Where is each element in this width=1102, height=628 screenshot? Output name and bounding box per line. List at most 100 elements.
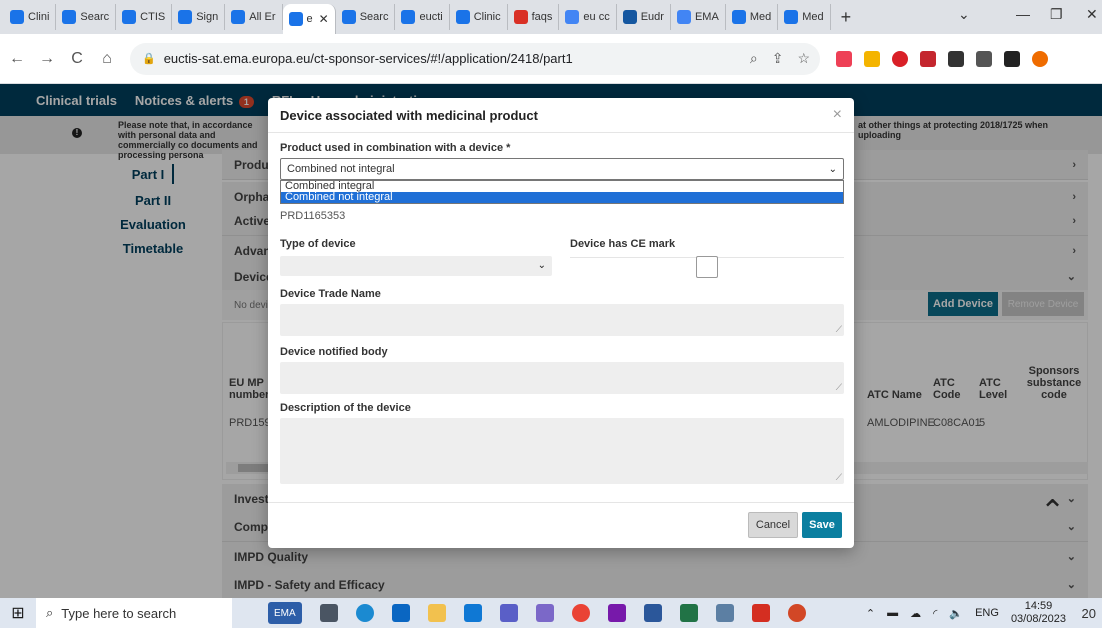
extensions-bar [836, 50, 1048, 67]
clock[interactable]: 14:59 03/08/2023 [1011, 600, 1066, 626]
option-combined-not-integral[interactable]: Combined not integral [281, 192, 843, 203]
divider [268, 132, 854, 133]
ce-mark-checkbox[interactable] [696, 256, 718, 278]
notification-center-icon[interactable]: 20 [1082, 606, 1096, 621]
system-tray: ⌃ ▬ ☁ ◜ 🔈 ENG 14:59 03/08/2023 [866, 598, 1066, 628]
file-explorer-icon[interactable] [427, 604, 446, 622]
new-tab-button[interactable]: + [841, 7, 852, 28]
description-textarea[interactable]: ⟋ [280, 418, 844, 484]
profile-avatar[interactable] [1032, 50, 1048, 67]
tab-label: eucti [419, 11, 443, 23]
minimize-button[interactable]: — [1016, 6, 1030, 22]
reading-list-icon[interactable] [976, 50, 992, 67]
zoom-icon[interactable]: ⌕ [750, 50, 758, 67]
pdf-extension-icon[interactable] [920, 50, 936, 67]
notes-icon[interactable] [715, 604, 734, 622]
favicon-icon [231, 10, 246, 24]
outlook-icon[interactable] [463, 604, 482, 622]
browser-tabstrip: Clini Searc CTIS Sign All Er e ✕ Searc eucti Clin… [0, 0, 1102, 34]
back-icon[interactable]: ← [4, 50, 30, 68]
store-icon[interactable] [391, 604, 410, 622]
browser-tab[interactable]: Med [778, 4, 831, 30]
browser-tab[interactable]: e ✕ [282, 4, 336, 34]
forward-icon[interactable]: → [34, 50, 60, 68]
ema-taskbar-item[interactable]: EMA [268, 602, 302, 624]
favicon-icon [513, 10, 528, 24]
browser-tab[interactable]: Clinic [450, 4, 508, 30]
onenote-icon[interactable] [607, 604, 626, 622]
word-icon[interactable] [643, 604, 662, 622]
trade-name-textarea[interactable]: ⟋ [280, 304, 844, 336]
browser-tab[interactable]: Searc [56, 4, 117, 30]
favicon-icon [178, 10, 193, 24]
resize-grip-icon[interactable]: ⟋ [836, 382, 842, 393]
favicon-icon [401, 10, 416, 24]
browser-tab[interactable]: All Er [225, 4, 283, 30]
search-placeholder: Type here to search [61, 605, 177, 621]
cancel-button[interactable]: Cancel [748, 512, 798, 538]
favicon-icon [62, 10, 77, 24]
browser-tab[interactable]: faqs [508, 4, 560, 30]
tab-label: Clinic [473, 11, 501, 23]
favicon-icon [341, 10, 356, 24]
snip-icon[interactable] [535, 604, 554, 622]
edge-icon[interactable] [355, 604, 374, 622]
task-view-icon[interactable] [319, 604, 338, 622]
close-icon[interactable]: × [833, 106, 842, 124]
puzzle-icon[interactable] [948, 50, 964, 67]
browser-tab[interactable]: CTIS [116, 4, 173, 30]
onedrive-icon[interactable]: ☁ [910, 607, 921, 620]
tab-label: Searc [359, 11, 389, 23]
browser-tab[interactable]: Searc [336, 4, 396, 30]
acrobat-icon[interactable] [751, 604, 770, 622]
powerpoint-icon[interactable] [787, 604, 806, 622]
bookmark-star-icon[interactable]: ☆ [797, 50, 810, 67]
product-combination-options: Combined integral Combined not integral [280, 180, 844, 204]
close-tab-icon[interactable]: ✕ [319, 12, 329, 26]
opera-icon[interactable] [892, 50, 908, 67]
extension-yellow-icon[interactable] [864, 50, 880, 67]
product-combination-select[interactable]: Combined not integral ⌄ [280, 158, 844, 180]
wifi-icon[interactable]: ◜ [933, 607, 937, 620]
windows-start-icon[interactable]: ⊞ [0, 603, 36, 623]
select-value: Combined not integral [287, 163, 395, 175]
maximize-button[interactable]: ❐ [1050, 6, 1063, 23]
save-button[interactable]: Save [802, 512, 842, 538]
browser-tab[interactable]: eu cc [559, 4, 617, 30]
tab-label: EMA [694, 11, 719, 23]
taskbar-search-input[interactable]: ⌕ Type here to search [36, 598, 232, 628]
browser-tab[interactable]: Eudr [617, 4, 671, 30]
product-combination-label: Product used in combination with a devic… [280, 142, 511, 154]
favicon-icon [565, 10, 580, 24]
ce-mark-label: Device has CE mark [570, 238, 676, 250]
notified-body-textarea[interactable]: ⟋ [280, 362, 844, 394]
url-input[interactable]: 🔒 euctis-sat.ema.europa.eu/ct-sponsor-se… [130, 42, 820, 75]
volume-icon[interactable]: 🔈 [949, 607, 963, 620]
browser-tab[interactable]: eucti [395, 4, 450, 30]
resize-grip-icon[interactable]: ⟋ [836, 472, 842, 483]
network-icon[interactable]: ▬ [887, 607, 898, 619]
device-modal: Device associated with medicinal product… [268, 98, 854, 548]
reload-icon[interactable]: C [64, 50, 90, 68]
home-icon[interactable]: ⌂ [94, 50, 120, 68]
favicon-icon [288, 12, 303, 26]
tab-label: Clini [28, 11, 50, 23]
close-window-button[interactable]: ✕ [1086, 6, 1098, 23]
tray-chevron-icon[interactable]: ⌃ [866, 607, 875, 620]
sidepanel-icon[interactable] [1004, 50, 1020, 67]
tab-search-icon[interactable]: ⌄ [958, 6, 970, 23]
browser-tab[interactable]: Clini [4, 4, 57, 30]
pocket-icon[interactable] [836, 50, 852, 67]
browser-tab[interactable]: EMA [671, 4, 726, 30]
tab-label: Eudr [640, 11, 664, 23]
excel-icon[interactable] [679, 604, 698, 622]
type-of-device-select[interactable]: ⌄ [280, 256, 552, 276]
language-indicator[interactable]: ENG [975, 607, 999, 619]
teams-icon[interactable] [499, 604, 518, 622]
resize-grip-icon[interactable]: ⟋ [836, 324, 842, 335]
browser-tab[interactable]: Med [726, 4, 779, 30]
share-icon[interactable]: ⇪ [772, 50, 784, 67]
browser-tab[interactable]: Sign [172, 4, 226, 30]
product-code: PRD1165353 [280, 210, 346, 222]
chrome-icon[interactable] [571, 604, 590, 622]
